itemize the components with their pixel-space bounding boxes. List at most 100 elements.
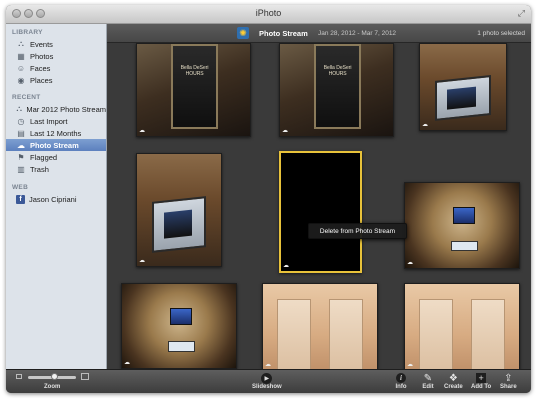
door	[471, 299, 506, 369]
clock-icon: ◷	[17, 116, 25, 126]
share-button[interactable]: ⇪ Share	[500, 372, 517, 391]
slideshow-button[interactable]: ▶ Slideshow	[252, 372, 282, 390]
pencil-icon: ✎	[423, 372, 433, 384]
sidebar-item-label: Places	[30, 75, 53, 85]
zoom-slider-knob[interactable]	[51, 373, 58, 380]
laptop-screen	[435, 75, 492, 122]
trash-icon: ▥	[17, 164, 25, 174]
window-title: iPhoto	[255, 8, 282, 18]
album-title: Photo Stream	[259, 29, 308, 38]
sidebar-item-label: Jason Cipriani	[29, 194, 77, 204]
photo-browser: ✺ Photo Stream Jan 28, 2012 - Mar 7, 201…	[107, 24, 531, 369]
sidebar-item-flagged[interactable]: ⚑ Flagged	[6, 151, 106, 163]
door-glass: Bella DeSeri HOURS	[313, 44, 362, 129]
photo-thumbnail[interactable]: ☁	[404, 283, 520, 369]
photo-stream-badge-icon: ☁	[265, 362, 271, 368]
sidebar-item-last-12-months[interactable]: ▤ Last 12 Months	[6, 127, 106, 139]
tv-stand	[167, 341, 195, 352]
web-heading: WEB	[12, 184, 29, 191]
plus-icon: +	[474, 372, 488, 384]
photo-stream-badge-icon: ☁	[407, 260, 413, 266]
sidebar-item-events[interactable]: ⛬ Events	[6, 38, 106, 50]
iphoto-window: iPhoto ⤢ LIBRARY ⛬ Events ▦ Photos ☺ Fac…	[6, 5, 531, 393]
recent-heading: RECENT	[12, 94, 41, 101]
sidebar-item-mar-2012-photo-stream[interactable]: ⛬ Mar 2012 Photo Stream	[6, 103, 106, 115]
sidebar-item-label: Events	[30, 39, 53, 49]
photo-thumbnail[interactable]: ☁	[262, 283, 378, 369]
facebook-icon: f	[16, 194, 25, 204]
tv-screen	[169, 307, 193, 325]
info-icon: i	[394, 372, 408, 384]
share-icon: ⇪	[504, 372, 513, 384]
photo-stream-badge-icon: ☁	[407, 362, 413, 368]
info-label: Info	[395, 384, 407, 390]
flag-icon: ⚑	[17, 152, 25, 162]
bottom-toolbar: Zoom ▶ Slideshow i Info ✎ Edit ❖ Create …	[6, 369, 531, 393]
date-range: Jan 28, 2012 - Mar 7, 2012	[318, 29, 397, 37]
sidebar-item-trash[interactable]: ▥ Trash	[6, 163, 106, 175]
edit-label: Edit	[422, 384, 434, 390]
sidebar-item-places[interactable]: ◉ Places	[6, 74, 106, 86]
source-list: LIBRARY ⛬ Events ▦ Photos ☺ Faces ◉ Plac…	[6, 24, 107, 369]
sidebar-item-last-import[interactable]: ◷ Last Import	[6, 115, 106, 127]
photo-stream-icon: ✺	[237, 27, 249, 39]
photo-stream-badge-icon: ☁	[283, 263, 289, 269]
create-label: Create	[444, 384, 463, 390]
info-button[interactable]: i Info	[394, 372, 408, 390]
photo-thumbnail[interactable]: Bella DeSeri HOURS ☁	[136, 43, 251, 137]
photo-stream-badge-icon: ☁	[282, 128, 288, 134]
door-glass: Bella DeSeri HOURS	[170, 44, 219, 129]
zoom-label: Zoom	[44, 384, 61, 390]
sidebar-item-label: Mar 2012 Photo Stream	[26, 104, 106, 114]
tv-screen	[452, 206, 476, 225]
sidebar-item-label: Last 12 Months	[30, 128, 82, 138]
door-sign: Bella DeSeri HOURS	[321, 65, 354, 77]
create-button[interactable]: ❖ Create	[444, 372, 463, 391]
door-sign: Bella DeSeri HOURS	[178, 65, 211, 77]
photo-thumbnail[interactable]: ☁	[121, 283, 237, 369]
door-sign-hours: HOURS	[185, 71, 204, 78]
door	[418, 299, 453, 369]
sidebar-item-photo-stream[interactable]: ☁ Photo Stream	[6, 139, 106, 151]
fullscreen-icon[interactable]: ⤢	[518, 8, 525, 19]
photo-stream-badge-icon: ☁	[422, 122, 428, 128]
create-icon: ❖	[448, 372, 458, 384]
photo-thumbnail[interactable]: ☁	[419, 43, 507, 131]
photo-grid: Bella DeSeri HOURS ☁ Bella DeSeri HOURS ☁ …	[107, 43, 531, 369]
photo-stream-badge-icon: ☁	[139, 128, 145, 134]
photo-thumbnail[interactable]: Bella DeSeri HOURS ☁	[279, 43, 394, 137]
sidebar-item-label: Last Import	[30, 116, 68, 126]
laptop-screen	[152, 195, 207, 253]
photo-stream-badge-icon: ☁	[139, 258, 145, 264]
sidebar-item-photos[interactable]: ▦ Photos	[6, 50, 106, 62]
screen-video	[447, 86, 477, 110]
selection-count: 1 photo selected	[477, 29, 525, 37]
edit-button[interactable]: ✎ Edit	[421, 372, 435, 391]
photo-thumbnail[interactable]: ☁	[136, 153, 222, 267]
add-to-label: Add To	[471, 384, 492, 390]
sidebar-item-faces[interactable]: ☺ Faces	[6, 62, 106, 74]
photo-stream-icon: ☁	[17, 140, 25, 150]
play-icon: ▶	[260, 372, 274, 384]
sidebar-item-label: Flagged	[30, 152, 58, 162]
slideshow-label: Slideshow	[252, 384, 282, 390]
zoom-small-icon	[16, 374, 22, 379]
door-sign-hours: HOURS	[328, 71, 347, 78]
library-heading: LIBRARY	[12, 29, 43, 36]
sidebar-item-jason-cipriani[interactable]: f Jason Cipriani	[6, 193, 106, 205]
sidebar-item-label: Faces	[30, 63, 51, 73]
calendar-icon: ▤	[17, 128, 25, 138]
add-to-button[interactable]: + Add To	[471, 372, 491, 390]
photo-stream-badge-icon: ☁	[124, 360, 130, 366]
photo-thumbnail-selected[interactable]: ☁	[279, 151, 362, 273]
tv-stand	[450, 240, 478, 252]
photo-thumbnail[interactable]: ☁	[404, 182, 520, 269]
sidebar-item-label: Photo Stream	[30, 140, 79, 150]
faces-icon: ☺	[16, 63, 26, 73]
door	[329, 299, 364, 369]
event-icon: ⛬	[16, 104, 22, 113]
places-icon: ◉	[17, 75, 25, 85]
photos-icon: ▦	[17, 51, 25, 61]
events-icon: ⛬	[18, 39, 24, 48]
context-menu-delete-from-photo-stream[interactable]: Delete from Photo Stream	[308, 223, 407, 239]
